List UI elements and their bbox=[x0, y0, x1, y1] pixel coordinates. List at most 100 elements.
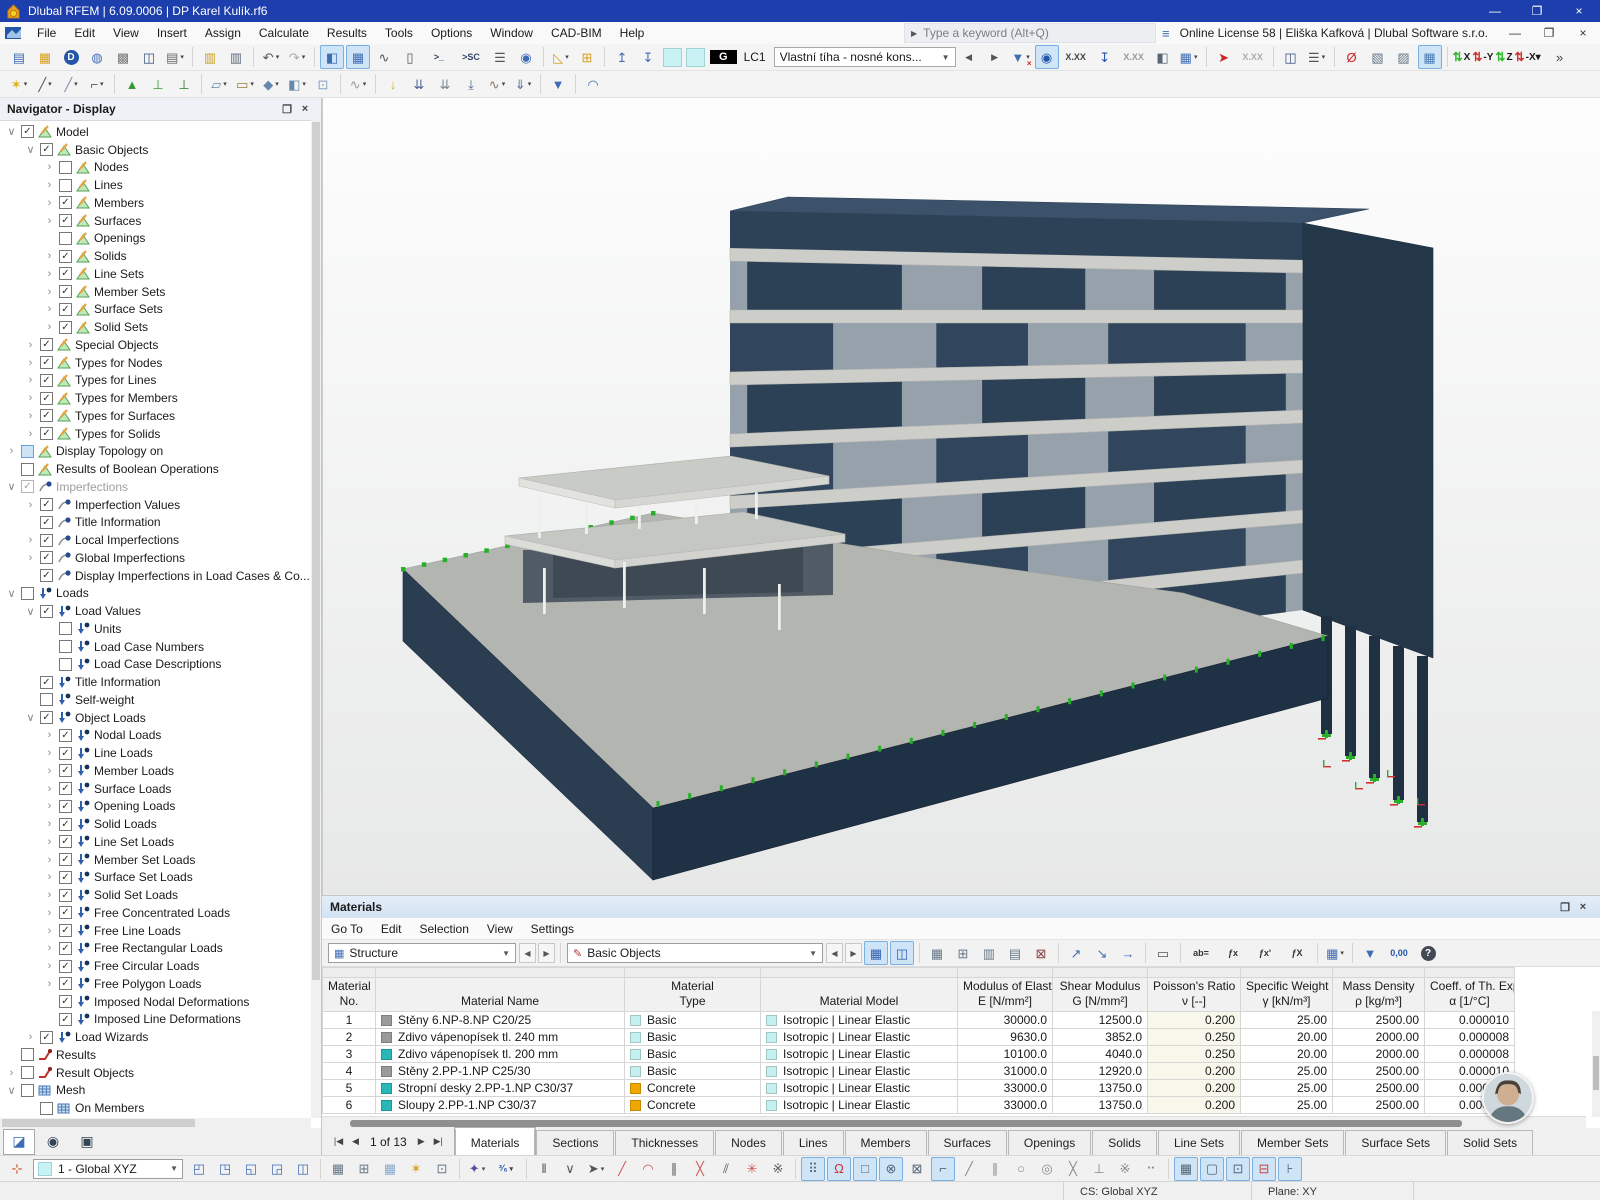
insert-below-icon[interactable]: ↧ bbox=[636, 45, 660, 69]
tree-checkbox[interactable]: ✓ bbox=[59, 320, 72, 334]
console-icon[interactable]: >_ bbox=[424, 45, 454, 69]
snap-tangent-icon[interactable]: ○ bbox=[1009, 1157, 1033, 1181]
tree-checkbox[interactable] bbox=[21, 1083, 34, 1097]
tree-item-solid-set-loads[interactable]: › ✓ Solid Set Loads bbox=[0, 886, 311, 904]
member-icon[interactable]: ╱ ▾ bbox=[59, 72, 83, 96]
tree-checkbox[interactable]: ✓ bbox=[59, 817, 72, 831]
panel-float-icon[interactable]: ❐ bbox=[278, 103, 296, 116]
opening-icon[interactable]: ▭ ▾ bbox=[233, 72, 257, 96]
tree-item-line-set-loads[interactable]: › ✓ Line Set Loads bbox=[0, 833, 311, 851]
column-header--kg-m-[interactable]: Mass Density ρ [kg/m³] bbox=[1332, 977, 1425, 1012]
tree-item-object-loads[interactable]: ∨ ✓ Object Loads bbox=[0, 709, 311, 727]
column-header-no-[interactable]: Material No. bbox=[322, 977, 376, 1012]
tree-expander-icon[interactable]: › bbox=[23, 499, 38, 511]
tree-checkbox[interactable] bbox=[59, 640, 72, 654]
tree-expander-icon[interactable]: › bbox=[42, 978, 57, 990]
grid-edit-icon[interactable]: ▦ bbox=[378, 1157, 402, 1181]
tree-item-line-loads[interactable]: › ✓ Line Loads bbox=[0, 744, 311, 762]
menu-calculate[interactable]: Calculate bbox=[250, 22, 318, 44]
prev-category-button[interactable]: ◀ bbox=[826, 943, 843, 963]
tree-item-free-concentrated-loads[interactable]: › ✓ Free Concentrated Loads bbox=[0, 904, 311, 922]
menu-insert[interactable]: Insert bbox=[148, 22, 196, 44]
tree-expander-icon[interactable]: ∨ bbox=[4, 125, 19, 138]
formula-edit-icon[interactable]: ƒx' bbox=[1250, 941, 1280, 965]
show-loads-icon[interactable]: ◉ bbox=[1034, 45, 1059, 69]
tree-item-surface-loads[interactable]: › ✓ Surface Loads bbox=[0, 780, 311, 798]
tree-expander-icon[interactable]: › bbox=[42, 854, 57, 866]
grid-icon[interactable]: ▦ bbox=[326, 1157, 350, 1181]
snap-dots-icon[interactable]: ⠒ bbox=[1139, 1157, 1163, 1181]
menu-assign[interactable]: Assign bbox=[196, 22, 250, 44]
tree-checkbox[interactable]: ✓ bbox=[59, 728, 72, 742]
panel-float-icon[interactable]: ❐ bbox=[1556, 901, 1574, 914]
previous-load-case-button[interactable]: ◀ bbox=[957, 45, 981, 69]
tree-checkbox[interactable]: ✓ bbox=[59, 853, 72, 867]
tree-item-surface-set-loads[interactable]: › ✓ Surface Set Loads bbox=[0, 869, 311, 887]
tree-checkbox[interactable]: ✓ bbox=[40, 391, 53, 405]
column-header--1-c-[interactable]: Coeff. of Th. Exp. α [1/°C] bbox=[1424, 977, 1515, 1012]
tree-checkbox[interactable]: ✓ bbox=[40, 356, 53, 370]
tree-item-types-for-surfaces[interactable]: › ✓ Types for Surfaces bbox=[0, 407, 311, 425]
menu-options[interactable]: Options bbox=[422, 22, 481, 44]
next-table-button[interactable]: ▶ bbox=[538, 943, 555, 963]
tree-expander-icon[interactable]: › bbox=[4, 445, 19, 457]
tree-item-load-case-descriptions[interactable]: Load Case Descriptions bbox=[0, 656, 311, 674]
view-axis-x-button[interactable]: ⇅ X bbox=[1453, 46, 1471, 68]
line-diagonal-icon[interactable]: ╱ bbox=[610, 1157, 634, 1181]
tree-expander-icon[interactable]: ∨ bbox=[4, 480, 19, 493]
next-load-case-button[interactable]: ▶ bbox=[983, 45, 1007, 69]
tree-item-free-polygon-loads[interactable]: › ✓ Free Polygon Loads bbox=[0, 975, 311, 993]
tree-expander-icon[interactable]: › bbox=[42, 889, 57, 901]
arc-icon[interactable]: ◠ bbox=[636, 1157, 660, 1181]
menu-window[interactable]: Window bbox=[481, 22, 542, 44]
tree-item-free-line-loads[interactable]: › ✓ Free Line Loads bbox=[0, 922, 311, 940]
table-tab-openings[interactable]: Openings bbox=[1007, 1130, 1092, 1155]
user-plane-icon[interactable]: ◫ bbox=[291, 1157, 315, 1181]
imperfection-tool-icon[interactable]: ∿ ▾ bbox=[485, 72, 509, 96]
visibility-section-icon[interactable]: ◺ ▾ bbox=[549, 45, 573, 69]
filter-table-icon[interactable]: ▼ bbox=[1358, 941, 1382, 965]
solid-icon[interactable]: ◆ ▾ bbox=[259, 72, 283, 96]
line-support-icon[interactable]: ⊥ bbox=[146, 72, 170, 96]
tree-item-types-for-solids[interactable]: › ✓ Types for Solids bbox=[0, 425, 311, 443]
snap-endpoint-icon[interactable]: □ bbox=[853, 1156, 877, 1181]
tree-item-local-imperfections[interactable]: › ✓ Local Imperfections bbox=[0, 531, 311, 549]
table-tab-nodes[interactable]: Nodes bbox=[715, 1130, 782, 1155]
materials-menu-selection[interactable]: Selection bbox=[411, 918, 478, 939]
load-case-combo[interactable]: Vlastní tíha - nosné kons... ▼ bbox=[773, 47, 956, 67]
tree-checkbox[interactable]: ✓ bbox=[59, 249, 72, 263]
render-grid-icon[interactable]: ▦ ▾ bbox=[1177, 45, 1201, 69]
tree-item-solid-loads[interactable]: › ✓ Solid Loads bbox=[0, 815, 311, 833]
coordinate-system-combo[interactable]: 1 - Global XYZ ▼ bbox=[33, 1158, 183, 1179]
tables-toggle-icon[interactable]: ▦ bbox=[346, 45, 370, 69]
results-ramp-icon[interactable]: ➤ bbox=[1212, 45, 1236, 69]
guideline-arrow-icon[interactable]: ➤ ▾ bbox=[584, 1157, 608, 1181]
data-navigator-tab[interactable]: ◪ bbox=[3, 1128, 35, 1155]
table-row[interactable]: 1 Stěny 6.NP-8.NP C20/25 Basic Isotropic | … bbox=[322, 1011, 1515, 1029]
column-header-material-name[interactable]: Material Name bbox=[375, 977, 625, 1012]
block-icon[interactable]: ⊡ bbox=[311, 72, 335, 96]
tree-item-special-objects[interactable]: › ✓ Special Objects bbox=[0, 336, 311, 354]
dlubal-center-icon[interactable]: D bbox=[59, 45, 83, 69]
materials-menu-view[interactable]: View bbox=[478, 918, 522, 939]
tree-expander-icon[interactable]: › bbox=[42, 197, 57, 209]
open-model-icon[interactable]: ▦ bbox=[33, 45, 57, 69]
menu-edit[interactable]: Edit bbox=[65, 22, 104, 44]
work-plane-xz-icon[interactable]: ◳ bbox=[213, 1157, 237, 1181]
view-axis-z-button[interactable]: ⇅ Z bbox=[1495, 46, 1512, 68]
child-close-button[interactable]: × bbox=[1566, 22, 1600, 44]
tree-item-free-circular-loads[interactable]: › ✓ Free Circular Loads bbox=[0, 957, 311, 975]
tree-expander-icon[interactable]: ∨ bbox=[23, 143, 38, 156]
save-icon[interactable]: ◫ bbox=[137, 45, 161, 69]
column-header-type[interactable]: Material Type bbox=[624, 977, 761, 1012]
tree-item-title-information[interactable]: ✓ Title Information bbox=[0, 673, 311, 691]
tree-item-imperfection-values[interactable]: › ✓ Imperfection Values bbox=[0, 496, 311, 514]
tree-expander-icon[interactable]: › bbox=[42, 836, 57, 848]
tree-item-types-for-members[interactable]: › ✓ Types for Members bbox=[0, 389, 311, 407]
tree-item-nodal-loads[interactable]: › ✓ Nodal Loads bbox=[0, 727, 311, 745]
undo-icon[interactable]: ↶ ▾ bbox=[259, 45, 283, 69]
frame-view-icon[interactable]: ▭ bbox=[1151, 941, 1175, 965]
views-navigator-tab[interactable]: ▣ bbox=[71, 1129, 103, 1155]
tree-expander-icon[interactable]: › bbox=[42, 747, 57, 759]
tree-expander-icon[interactable]: › bbox=[42, 800, 57, 812]
